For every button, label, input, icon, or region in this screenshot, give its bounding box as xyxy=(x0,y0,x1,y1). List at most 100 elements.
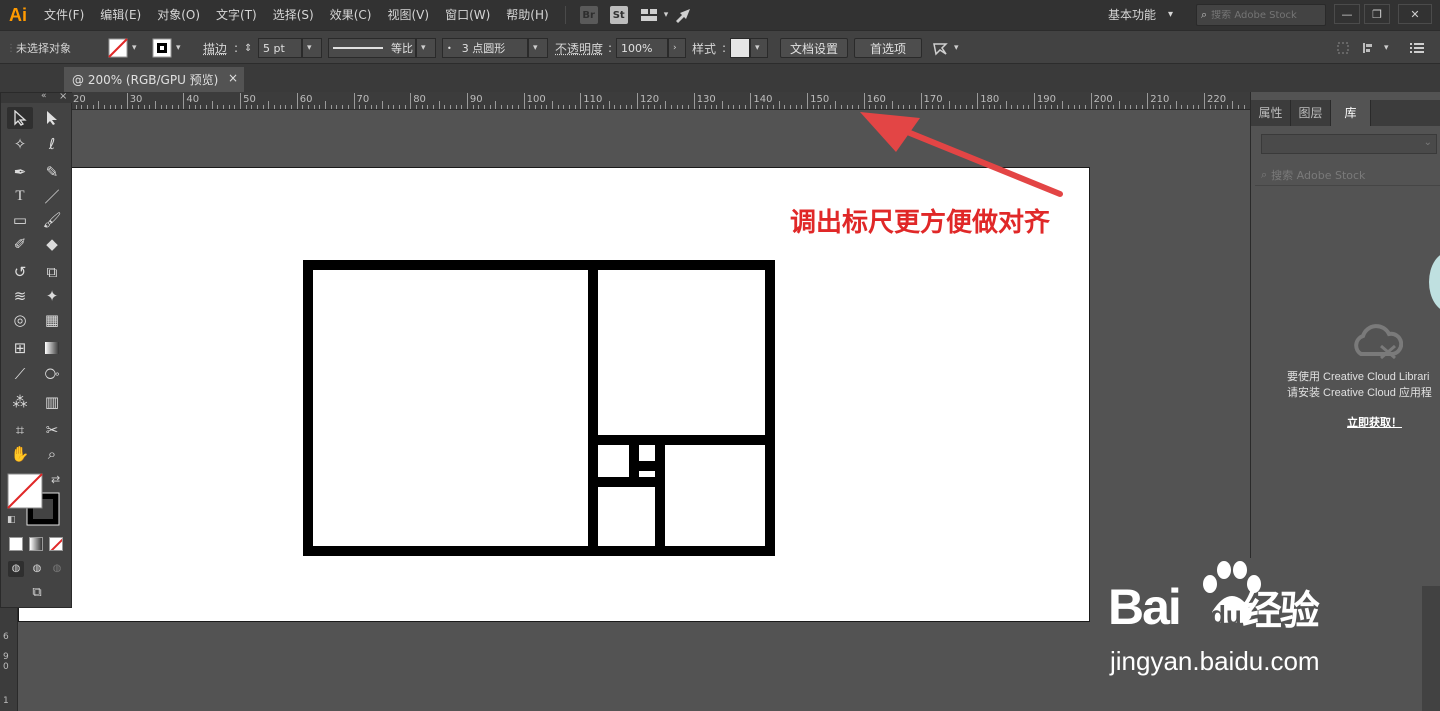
ruler-minor-tick xyxy=(313,105,315,109)
workspace-switcher[interactable]: 基本功能 xyxy=(1108,0,1156,30)
document-tab[interactable]: @ 200% (RGB/GPU 预览) × xyxy=(64,67,244,92)
selection-tool-icon[interactable] xyxy=(7,107,33,129)
paintbrush-tool-icon[interactable]: 🖌 xyxy=(39,209,65,231)
panel-menu-icon[interactable] xyxy=(1410,31,1424,65)
chevron-down-icon[interactable]: ▾ xyxy=(176,31,181,65)
tab-layers[interactable]: 图层 xyxy=(1291,100,1331,126)
menu-type[interactable]: 文字(T) xyxy=(208,0,265,30)
stock-icon[interactable]: St xyxy=(609,6,628,24)
scale-tool-icon[interactable]: ⧉ xyxy=(39,261,65,283)
close-icon[interactable]: × xyxy=(228,71,238,85)
zoom-tool-icon[interactable]: ⌕ xyxy=(39,443,65,465)
gradient-mode-icon[interactable] xyxy=(29,537,43,551)
slice-tool-icon[interactable]: ✂ xyxy=(39,419,65,441)
close-icon[interactable]: × xyxy=(59,91,67,102)
panel-grip[interactable]: ⋮ xyxy=(6,31,16,65)
type-tool-icon[interactable]: T xyxy=(7,185,33,207)
rotate-tool-icon[interactable]: ↺ xyxy=(7,261,33,283)
magic-wand-tool-icon[interactable]: ✧ xyxy=(7,133,33,155)
horizontal-ruler[interactable]: 20 30 40 50 60 70 80 90 100 110 120 130 140 150 160 170… xyxy=(18,92,1250,110)
opacity-label[interactable]: 不透明度 xyxy=(555,31,603,65)
menu-edit[interactable]: 编辑(E) xyxy=(92,0,149,30)
warp-tool-icon[interactable]: ≋ xyxy=(7,285,33,307)
stock-search[interactable]: ⌕ xyxy=(1196,4,1326,26)
canvas-area[interactable]: 调出标尺更方便做对齐 xyxy=(18,110,1250,711)
transform-icon[interactable] xyxy=(1336,31,1350,65)
opacity-field[interactable]: 100% xyxy=(616,38,668,58)
menu-object[interactable]: 对象(O) xyxy=(149,0,208,30)
menu-help[interactable]: 帮助(H) xyxy=(498,0,556,30)
menu-view[interactable]: 视图(V) xyxy=(379,0,437,30)
gpu-performance-icon[interactable] xyxy=(674,6,692,24)
stroke-weight-field[interactable]: 5 pt xyxy=(258,38,302,58)
direct-selection-tool-icon[interactable] xyxy=(39,107,65,129)
style-swatch[interactable] xyxy=(730,38,750,58)
chevron-down-icon[interactable]: ▾ xyxy=(1384,31,1389,65)
stroke-profile-select[interactable]: 等比 xyxy=(328,38,416,58)
default-colors-icon[interactable]: ◧ xyxy=(7,515,16,525)
menu-effect[interactable]: 效果(C) xyxy=(322,0,380,30)
chevron-down-icon[interactable]: ▾ xyxy=(302,38,322,58)
close-button[interactable]: ✕ xyxy=(1398,4,1432,24)
menu-select[interactable]: 选择(S) xyxy=(265,0,322,30)
tools-panel-grip[interactable]: « × xyxy=(1,91,73,103)
column-graph-tool-icon[interactable]: ▥ xyxy=(39,391,65,413)
vertical-scrollbar[interactable] xyxy=(1422,586,1440,711)
stepper-icon[interactable]: ⇕ xyxy=(244,31,252,65)
bridge-icon[interactable]: Br xyxy=(579,6,598,24)
line-tool-icon[interactable]: ／ xyxy=(39,185,65,207)
chevron-down-icon[interactable]: ▾ xyxy=(750,38,768,58)
rectangle-tool-icon[interactable]: ▭ xyxy=(7,209,33,231)
none-mode-icon[interactable] xyxy=(49,537,63,551)
library-select[interactable]: ⌄ xyxy=(1261,134,1437,154)
get-now-link[interactable]: 立即获取！ xyxy=(1347,414,1402,430)
lasso-tool-icon[interactable]: ℓ xyxy=(39,133,65,155)
stock-search-input[interactable] xyxy=(1211,9,1312,21)
puppet-warp-tool-icon[interactable]: ✦ xyxy=(39,285,65,307)
stroke-color-swatch[interactable] xyxy=(152,31,172,65)
curvature-tool-icon[interactable]: ✎ xyxy=(39,161,65,183)
brush-select[interactable]: • 3 点圆形 xyxy=(442,38,528,58)
document-setup-button[interactable]: 文档设置 xyxy=(780,38,848,58)
chevron-down-icon[interactable]: ▾ xyxy=(664,10,669,20)
quick-actions-icon[interactable] xyxy=(932,31,952,65)
chevron-down-icon[interactable]: ▾ xyxy=(1168,0,1173,30)
shaper-tool-icon[interactable]: ✐ xyxy=(7,233,33,255)
library-search[interactable]: ⌕ 搜索 Adobe Stock xyxy=(1255,164,1440,186)
symbol-sprayer-tool-icon[interactable]: ⁂ xyxy=(7,391,33,413)
hand-tool-icon[interactable]: ✋ xyxy=(7,443,33,465)
golden-rectangle-artwork[interactable] xyxy=(303,260,775,556)
shape-builder-tool-icon[interactable]: ◎ xyxy=(7,309,33,331)
color-mode-icon[interactable] xyxy=(9,537,23,551)
screen-mode-icon[interactable]: ⧉ xyxy=(25,585,49,603)
draw-inside-icon[interactable]: ◍ xyxy=(49,561,65,577)
tab-properties[interactable]: 属性 xyxy=(1251,100,1291,126)
draw-behind-icon[interactable]: ◍ xyxy=(29,561,45,577)
perspective-grid-tool-icon[interactable]: ▦ xyxy=(39,309,65,331)
chevron-down-icon[interactable]: ▾ xyxy=(132,31,137,65)
restore-button[interactable]: ❐ xyxy=(1364,4,1390,24)
mesh-tool-icon[interactable]: ⊞ xyxy=(7,337,33,359)
fill-color-swatch[interactable] xyxy=(108,31,128,65)
draw-normal-icon[interactable]: ◍ xyxy=(8,561,24,577)
eyedropper-tool-icon[interactable]: ⟋ xyxy=(7,363,33,385)
blend-tool-icon[interactable]: ⧂ xyxy=(39,363,65,385)
menu-window[interactable]: 窗口(W) xyxy=(437,0,498,30)
stroke-label[interactable]: 描边 xyxy=(203,31,227,65)
align-icon[interactable] xyxy=(1362,31,1384,65)
chevron-down-icon[interactable]: ▾ xyxy=(954,31,959,65)
arrange-documents-icon[interactable] xyxy=(640,6,658,24)
chevron-down-icon[interactable]: ▾ xyxy=(528,38,548,58)
collapse-icon[interactable]: « xyxy=(41,91,47,101)
artboard-tool-icon[interactable]: ⌗ xyxy=(7,419,33,441)
gradient-tool-icon[interactable] xyxy=(39,337,65,359)
tab-libraries[interactable]: 库 xyxy=(1331,100,1371,126)
menu-file[interactable]: 文件(F) xyxy=(36,0,92,30)
swap-colors-icon[interactable]: ⇄ xyxy=(51,473,60,486)
preferences-button[interactable]: 首选项 xyxy=(854,38,922,58)
pen-tool-icon[interactable]: ✒ xyxy=(7,161,33,183)
minimize-button[interactable]: — xyxy=(1334,4,1360,24)
eraser-tool-icon[interactable]: ◆ xyxy=(39,233,65,255)
chevron-down-icon[interactable]: ▾ xyxy=(416,38,436,58)
chevron-right-icon[interactable]: › xyxy=(668,38,686,58)
